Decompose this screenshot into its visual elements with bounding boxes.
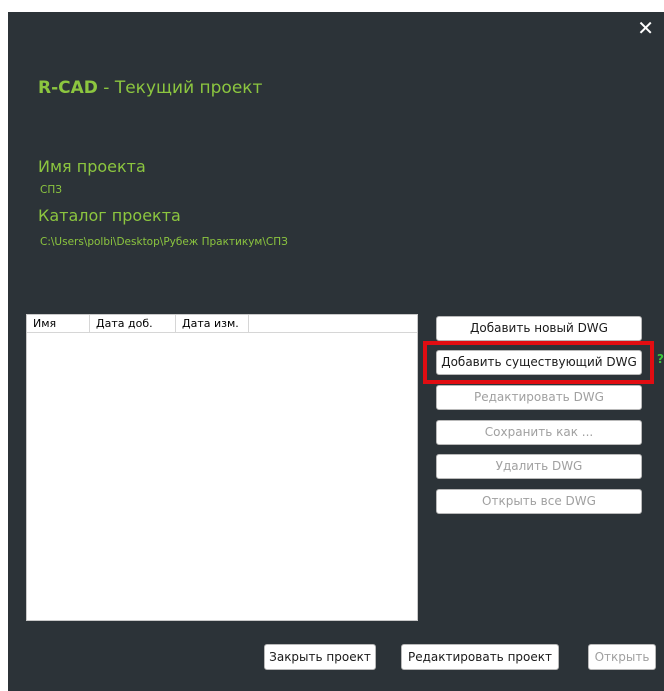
add-new-dwg-button[interactable]: Добавить новый DWG [436, 316, 642, 341]
add-existing-dwg-button[interactable]: Добавить существующий DWG [436, 350, 642, 375]
dwg-file-list[interactable]: Имя Дата доб. Дата изм. [26, 314, 418, 621]
project-dialog: ✕ R-CAD - Текущий проект Имя проекта СПЗ… [8, 12, 664, 691]
close-icon[interactable]: ✕ [637, 16, 654, 40]
dialog-title: R-CAD - Текущий проект [38, 78, 262, 98]
open-all-dwg-button[interactable]: Открыть все DWG [436, 489, 642, 514]
project-catalog-label: Каталог проекта [38, 206, 181, 225]
close-project-button[interactable]: Закрыть проект [264, 644, 376, 670]
help-icon[interactable]: ? [657, 352, 664, 366]
edit-dwg-button[interactable]: Редактировать DWG [436, 385, 642, 410]
project-catalog-value: C:\Users\polbi\Desktop\Рубеж Практикум\С… [40, 236, 288, 248]
open-button[interactable]: Открыть [588, 644, 656, 670]
column-header-date-modified[interactable]: Дата изм. [176, 315, 249, 332]
delete-dwg-button[interactable]: Удалить DWG [436, 454, 642, 479]
column-header-name[interactable]: Имя [27, 315, 90, 332]
edit-project-button[interactable]: Редактировать проект [401, 644, 559, 670]
list-header: Имя Дата доб. Дата изм. [27, 315, 417, 333]
column-header-date-added[interactable]: Дата доб. [90, 315, 176, 332]
project-name-label: Имя проекта [38, 157, 146, 176]
app-brand: R-CAD [38, 78, 98, 98]
project-name-value: СПЗ [40, 184, 62, 196]
title-text: - Текущий проект [97, 78, 263, 98]
save-as-button[interactable]: Сохранить как ... [436, 420, 642, 445]
